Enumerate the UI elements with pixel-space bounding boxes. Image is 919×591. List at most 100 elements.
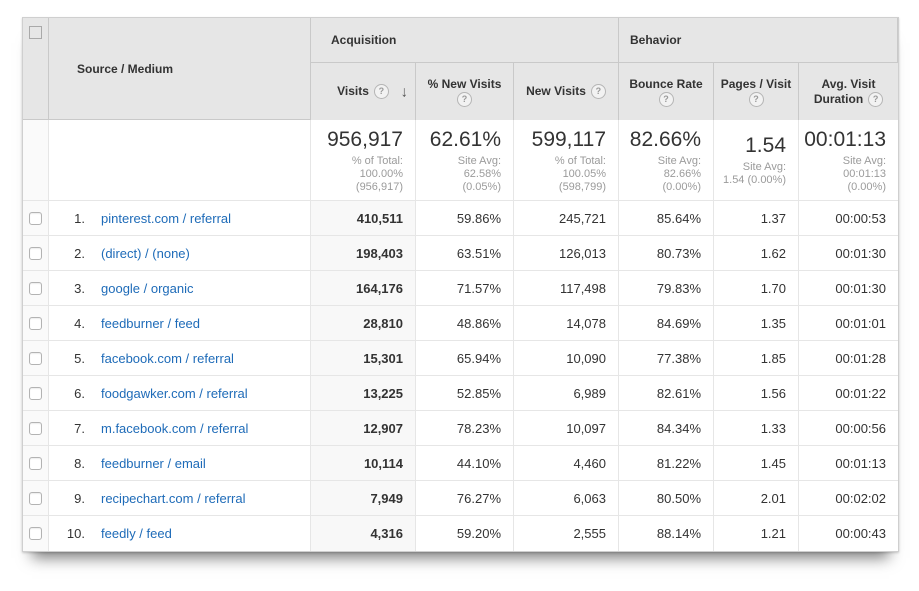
source-medium-table: Source / Medium Acquisition Behavior Vis… [22, 17, 899, 552]
column-header-pct-new-visits[interactable]: % New Visits ? [416, 63, 514, 120]
visits-cell: 12,907 [311, 411, 416, 446]
new-visits-cell: 6,989 [514, 376, 619, 411]
summary-pct-new-value: 62.61% [430, 127, 501, 153]
duration-cell: 00:01:22 [799, 376, 898, 411]
row-checkbox-cell [23, 201, 49, 236]
duration-cell: 00:00:43 [799, 516, 898, 551]
row-rank: 8. [59, 456, 85, 471]
summary-pct-new-visits: 62.61% Site Avg: 62.58% (0.05%) [416, 120, 514, 201]
source-link[interactable]: foodgawker.com / referral [101, 386, 248, 401]
source-cell: 2.(direct) / (none) [49, 236, 311, 271]
row-checkbox[interactable] [29, 527, 42, 540]
help-icon[interactable]: ? [591, 84, 606, 99]
pages-cell: 1.85 [714, 341, 799, 376]
avg-visit-duration-label2: Duration [814, 92, 863, 107]
duration-cell: 00:01:28 [799, 341, 898, 376]
help-icon[interactable]: ? [659, 92, 674, 107]
row-checkbox[interactable] [29, 212, 42, 225]
row-checkbox[interactable] [29, 457, 42, 470]
row-checkbox[interactable] [29, 247, 42, 260]
column-header-new-visits[interactable]: New Visits? [514, 63, 619, 120]
pct-new-cell: 63.51% [416, 236, 514, 271]
source-link[interactable]: pinterest.com / referral [101, 211, 231, 226]
source-link[interactable]: (direct) / (none) [101, 246, 190, 261]
pct-new-cell: 52.85% [416, 376, 514, 411]
column-header-visits[interactable]: Visits? ↓ [311, 63, 416, 120]
source-link[interactable]: m.facebook.com / referral [101, 421, 248, 436]
row-rank: 6. [59, 386, 85, 401]
row-checkbox-cell [23, 236, 49, 271]
row-checkbox[interactable] [29, 422, 42, 435]
pct-new-cell: 48.86% [416, 306, 514, 341]
bounce-rate-label: Bounce Rate [629, 77, 702, 92]
new-visits-cell: 245,721 [514, 201, 619, 236]
select-all-checkbox[interactable] [29, 26, 42, 39]
row-checkbox-cell [23, 306, 49, 341]
duration-cell: 00:01:01 [799, 306, 898, 341]
summary-new-visits-value: 599,117 [532, 127, 606, 153]
sort-descending-icon[interactable]: ↓ [401, 83, 409, 100]
pct-new-cell: 71.57% [416, 271, 514, 306]
visits-cell: 410,511 [311, 201, 416, 236]
row-rank: 9. [59, 491, 85, 506]
group-header-acquisition: Acquisition [311, 18, 619, 63]
duration-cell: 00:01:13 [799, 446, 898, 481]
bounce-cell: 81.22% [619, 446, 714, 481]
pct-new-cell: 78.23% [416, 411, 514, 446]
row-checkbox[interactable] [29, 387, 42, 400]
help-icon[interactable]: ? [374, 84, 389, 99]
pct-new-cell: 59.86% [416, 201, 514, 236]
row-checkbox[interactable] [29, 317, 42, 330]
row-checkbox-cell [23, 411, 49, 446]
column-header-pages-visit[interactable]: Pages / Visit ? [714, 63, 799, 120]
avg-visit-duration-label: Avg. Visit [821, 77, 875, 92]
column-header-source-medium[interactable]: Source / Medium [49, 18, 311, 120]
bounce-cell: 85.64% [619, 201, 714, 236]
summary-checkbox-spacer [23, 120, 49, 201]
source-link[interactable]: feedly / feed [101, 526, 172, 541]
row-checkbox-cell [23, 446, 49, 481]
help-icon[interactable]: ? [749, 92, 764, 107]
pages-cell: 1.33 [714, 411, 799, 446]
new-visits-cell: 10,090 [514, 341, 619, 376]
summary-new-visits: 599,117 % of Total: 100.05% (598,799) [514, 120, 619, 201]
bounce-cell: 80.73% [619, 236, 714, 271]
summary-bounce-rate: 82.66% Site Avg: 82.66% (0.00%) [619, 120, 714, 201]
row-checkbox[interactable] [29, 492, 42, 505]
visits-cell: 164,176 [311, 271, 416, 306]
pages-cell: 1.37 [714, 201, 799, 236]
source-link[interactable]: facebook.com / referral [101, 351, 234, 366]
row-rank: 1. [59, 211, 85, 226]
new-visits-cell: 126,013 [514, 236, 619, 271]
source-cell: 5.facebook.com / referral [49, 341, 311, 376]
row-checkbox-cell [23, 481, 49, 516]
row-checkbox[interactable] [29, 282, 42, 295]
visits-cell: 4,316 [311, 516, 416, 551]
column-header-avg-visit-duration[interactable]: Avg. Visit Duration? [799, 63, 898, 120]
row-checkbox-cell [23, 341, 49, 376]
row-checkbox[interactable] [29, 352, 42, 365]
new-visits-label: New Visits [526, 84, 586, 99]
source-link[interactable]: feedburner / feed [101, 316, 200, 331]
pages-cell: 1.35 [714, 306, 799, 341]
pages-cell: 1.62 [714, 236, 799, 271]
pages-cell: 1.56 [714, 376, 799, 411]
source-link[interactable]: feedburner / email [101, 456, 206, 471]
summary-avg-duration: 00:01:13 Site Avg: 00:01:13 (0.00%) [799, 120, 898, 201]
duration-cell: 00:00:53 [799, 201, 898, 236]
source-link[interactable]: google / organic [101, 281, 194, 296]
summary-bounce-value: 82.66% [630, 127, 701, 153]
row-rank: 4. [59, 316, 85, 331]
pages-cell: 1.45 [714, 446, 799, 481]
bounce-cell: 79.83% [619, 271, 714, 306]
pct-new-visits-label: % New Visits [428, 77, 502, 92]
duration-cell: 00:02:02 [799, 481, 898, 516]
source-medium-label: Source / Medium [77, 62, 173, 76]
pct-new-cell: 65.94% [416, 341, 514, 376]
source-cell: 8. feedburner / email [49, 446, 311, 481]
help-icon[interactable]: ? [868, 92, 883, 107]
column-header-bounce-rate[interactable]: Bounce Rate ? [619, 63, 714, 120]
bounce-cell: 88.14% [619, 516, 714, 551]
source-link[interactable]: recipechart.com / referral [101, 491, 246, 506]
help-icon[interactable]: ? [457, 92, 472, 107]
